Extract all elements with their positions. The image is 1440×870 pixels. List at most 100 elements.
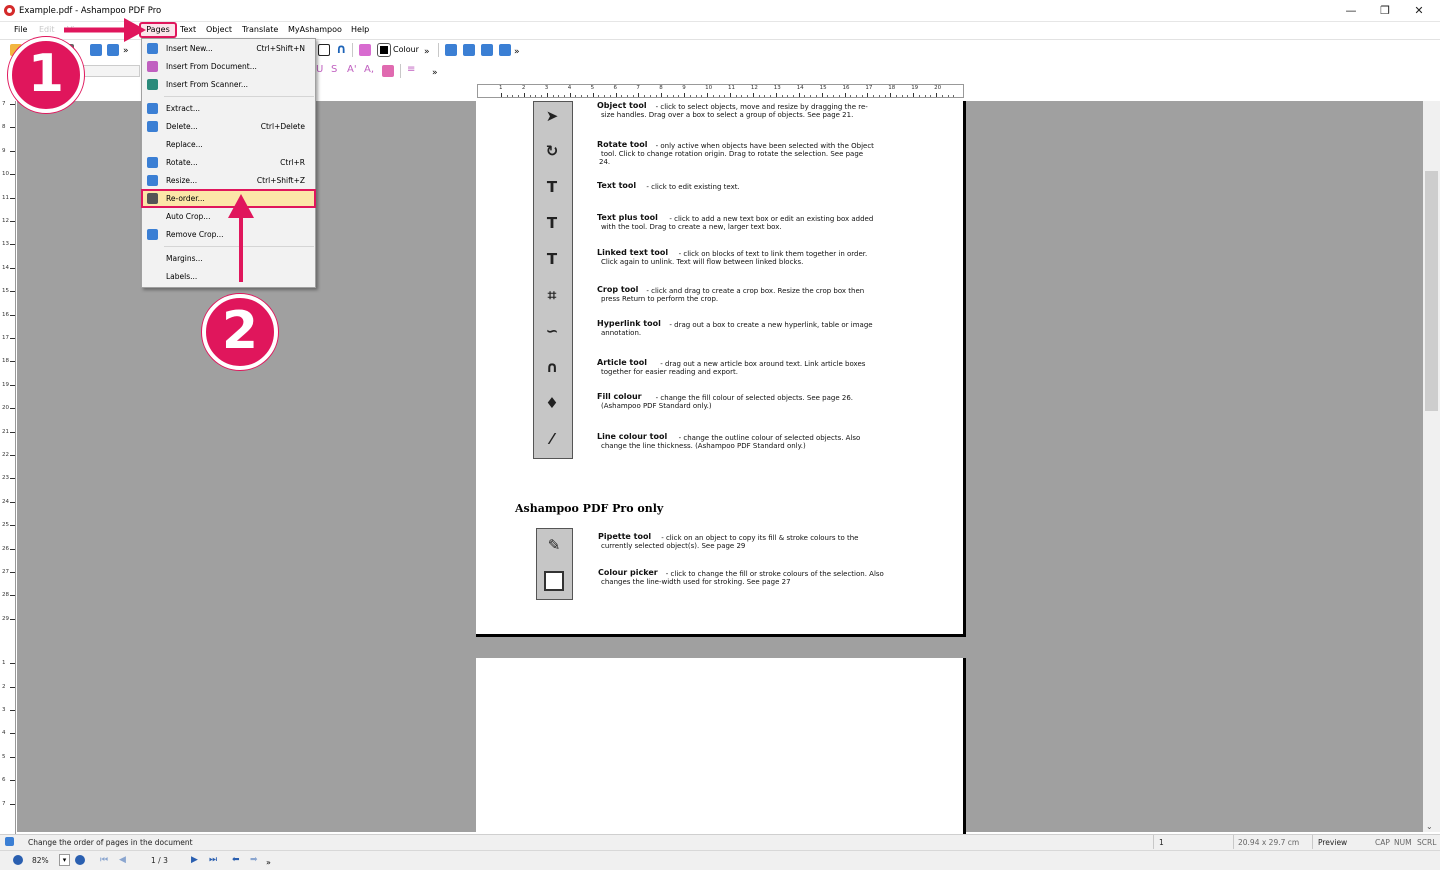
subscript-button[interactable]: A, (364, 64, 374, 75)
tool-description: - click to select objects, move and resi… (655, 103, 868, 111)
next-page-icon[interactable]: ▶ (191, 855, 198, 865)
menu-object[interactable]: Object (206, 25, 232, 34)
tool-description: tool. Click to change rotation origin. D… (601, 150, 864, 158)
crop-tool-icon: ⌗ (547, 286, 557, 304)
ruler-tick-label: 17 (865, 85, 873, 91)
crop-tool-icon[interactable] (318, 44, 330, 56)
tool-description: currently selected object(s). See page 2… (601, 542, 746, 550)
ruler-tick-label: 23 (2, 475, 9, 482)
ruler-minor-tick (810, 95, 812, 97)
ruler-tick-label: 7 (636, 85, 640, 91)
last-page-icon[interactable]: ⏭ (209, 855, 217, 865)
tool-description: together for easier reading and export. (601, 368, 738, 376)
menu-myashampoo[interactable]: MyAshampoo (288, 25, 342, 34)
extract-page-icon[interactable] (481, 44, 493, 56)
insert-document-icon[interactable] (463, 44, 475, 56)
insert-page-icon[interactable] (445, 44, 457, 56)
ruler-tick-label: 1 (499, 85, 503, 91)
ruler-tick-label: 11 (2, 194, 9, 201)
delete-page-icon[interactable] (499, 44, 511, 56)
underline-button[interactable]: U (316, 64, 323, 75)
menu-help[interactable]: Help (351, 25, 369, 34)
menu-item-insert-from-document[interactable]: Insert From Document... (142, 58, 315, 75)
menu-item-extract[interactable]: Extract... (142, 100, 315, 117)
ruler-minor-tick (833, 95, 834, 97)
ruler-tick-label: 25 (2, 522, 9, 529)
menu-item-label: Labels... (166, 272, 198, 281)
superscript-button[interactable]: A' (347, 64, 357, 75)
zoom-in-icon[interactable] (75, 855, 85, 865)
back-icon[interactable]: ⬅ (232, 855, 240, 865)
ruler-tick-label: 5 (2, 753, 6, 760)
link-tool-icon[interactable]: ∩ (336, 42, 347, 57)
pipette-icon[interactable] (359, 44, 371, 56)
menu-item-label: Insert New... (166, 44, 213, 53)
menu-text[interactable]: Text (180, 25, 196, 34)
status-caps: CAP (1375, 838, 1390, 847)
page-indicator[interactable]: 1 / 3 (151, 856, 168, 865)
ruler-tick (10, 455, 15, 456)
ruler-tick (10, 501, 15, 503)
ruler-minor-tick (552, 95, 554, 97)
ruler-minor-tick (850, 95, 852, 97)
tool-description: changes the line-width used for stroking… (601, 578, 791, 586)
menu-item-label: Delete... (166, 122, 198, 131)
close-button[interactable]: ✕ (1402, 0, 1436, 22)
menu-item-delete[interactable]: Delete... Ctrl+Delete (142, 118, 315, 135)
status-message: Change the order of pages in the documen… (28, 838, 193, 847)
menu-translate[interactable]: Translate (242, 25, 278, 34)
menu-file[interactable]: File (14, 25, 27, 34)
forward-icon[interactable]: ➡ (250, 855, 258, 865)
ruler-tick (10, 150, 15, 152)
minimize-button[interactable]: — (1334, 0, 1368, 22)
toolbar-separator (438, 43, 439, 57)
ruler-tick (10, 478, 15, 480)
first-page-icon[interactable]: ⏮ (100, 855, 108, 865)
line-colour-icon: ⁄ (550, 430, 554, 448)
ruler-tick (569, 93, 571, 97)
ruler-tick (10, 384, 15, 386)
ruler-tick (707, 93, 709, 97)
navbar-overflow[interactable]: » (266, 858, 271, 867)
document-page-2 (476, 658, 966, 838)
tool-name: Pipette tool (598, 532, 652, 541)
menu-item-replace[interactable]: Replace... (142, 136, 315, 153)
menu-item-insert-new[interactable]: Insert New... Ctrl+Shift+N (142, 40, 315, 57)
ruler-minor-tick (575, 95, 577, 97)
colour-button[interactable]: Colour (393, 45, 419, 54)
menu-item-shortcut: Ctrl+Shift+Z (256, 176, 305, 185)
line-spacing-icon[interactable]: ≡ (407, 64, 415, 75)
ruler-minor-tick (907, 95, 909, 97)
previous-page-icon[interactable]: ◀ (119, 855, 126, 865)
tool-description: - click to add a new text box or edit an… (669, 215, 874, 223)
menu-edit[interactable]: Edit (39, 25, 55, 34)
ruler-tick (730, 93, 731, 97)
tool-description: - click to edit existing text. (646, 183, 740, 191)
ruler-tick (10, 408, 15, 410)
ruler-tick-label: 22 (2, 452, 9, 458)
zoom-out-icon[interactable] (13, 855, 23, 865)
ruler-tick-label: 4 (2, 730, 6, 737)
toolbar-overflow-4[interactable]: » (432, 68, 438, 78)
ruler-tick (10, 221, 15, 222)
ruler-tick-label: 19 (2, 381, 9, 388)
ruler-tick (10, 686, 15, 688)
restore-button[interactable]: ❐ (1368, 0, 1402, 22)
zoom-dropdown-icon[interactable]: ▾ (59, 854, 70, 866)
ruler-minor-tick (701, 95, 703, 97)
scrollbar-thumb[interactable] (1425, 171, 1438, 411)
toolbar-overflow-3[interactable]: » (514, 47, 520, 57)
colour-swatch-icon[interactable] (377, 43, 391, 57)
scroll-down-icon[interactable]: ⌄ (1426, 822, 1433, 831)
menu-item-insert-from-scanner[interactable]: Insert From Scanner... (142, 76, 315, 93)
ruler-minor-tick (792, 95, 794, 97)
toolbar-overflow-2[interactable]: » (424, 47, 430, 57)
ruler-tick-label: 7 (2, 101, 6, 107)
strikethrough-button[interactable]: S (331, 64, 337, 75)
menu-item-shortcut: Ctrl+R (280, 158, 305, 167)
highlighter-icon[interactable] (382, 65, 394, 77)
menu-item-resize[interactable]: Resize... Ctrl+Shift+Z (142, 172, 315, 189)
ruler-tick (10, 663, 15, 665)
menu-item-rotate[interactable]: Rotate... Ctrl+R (142, 154, 315, 171)
zoom-level[interactable]: 82% (32, 856, 49, 865)
